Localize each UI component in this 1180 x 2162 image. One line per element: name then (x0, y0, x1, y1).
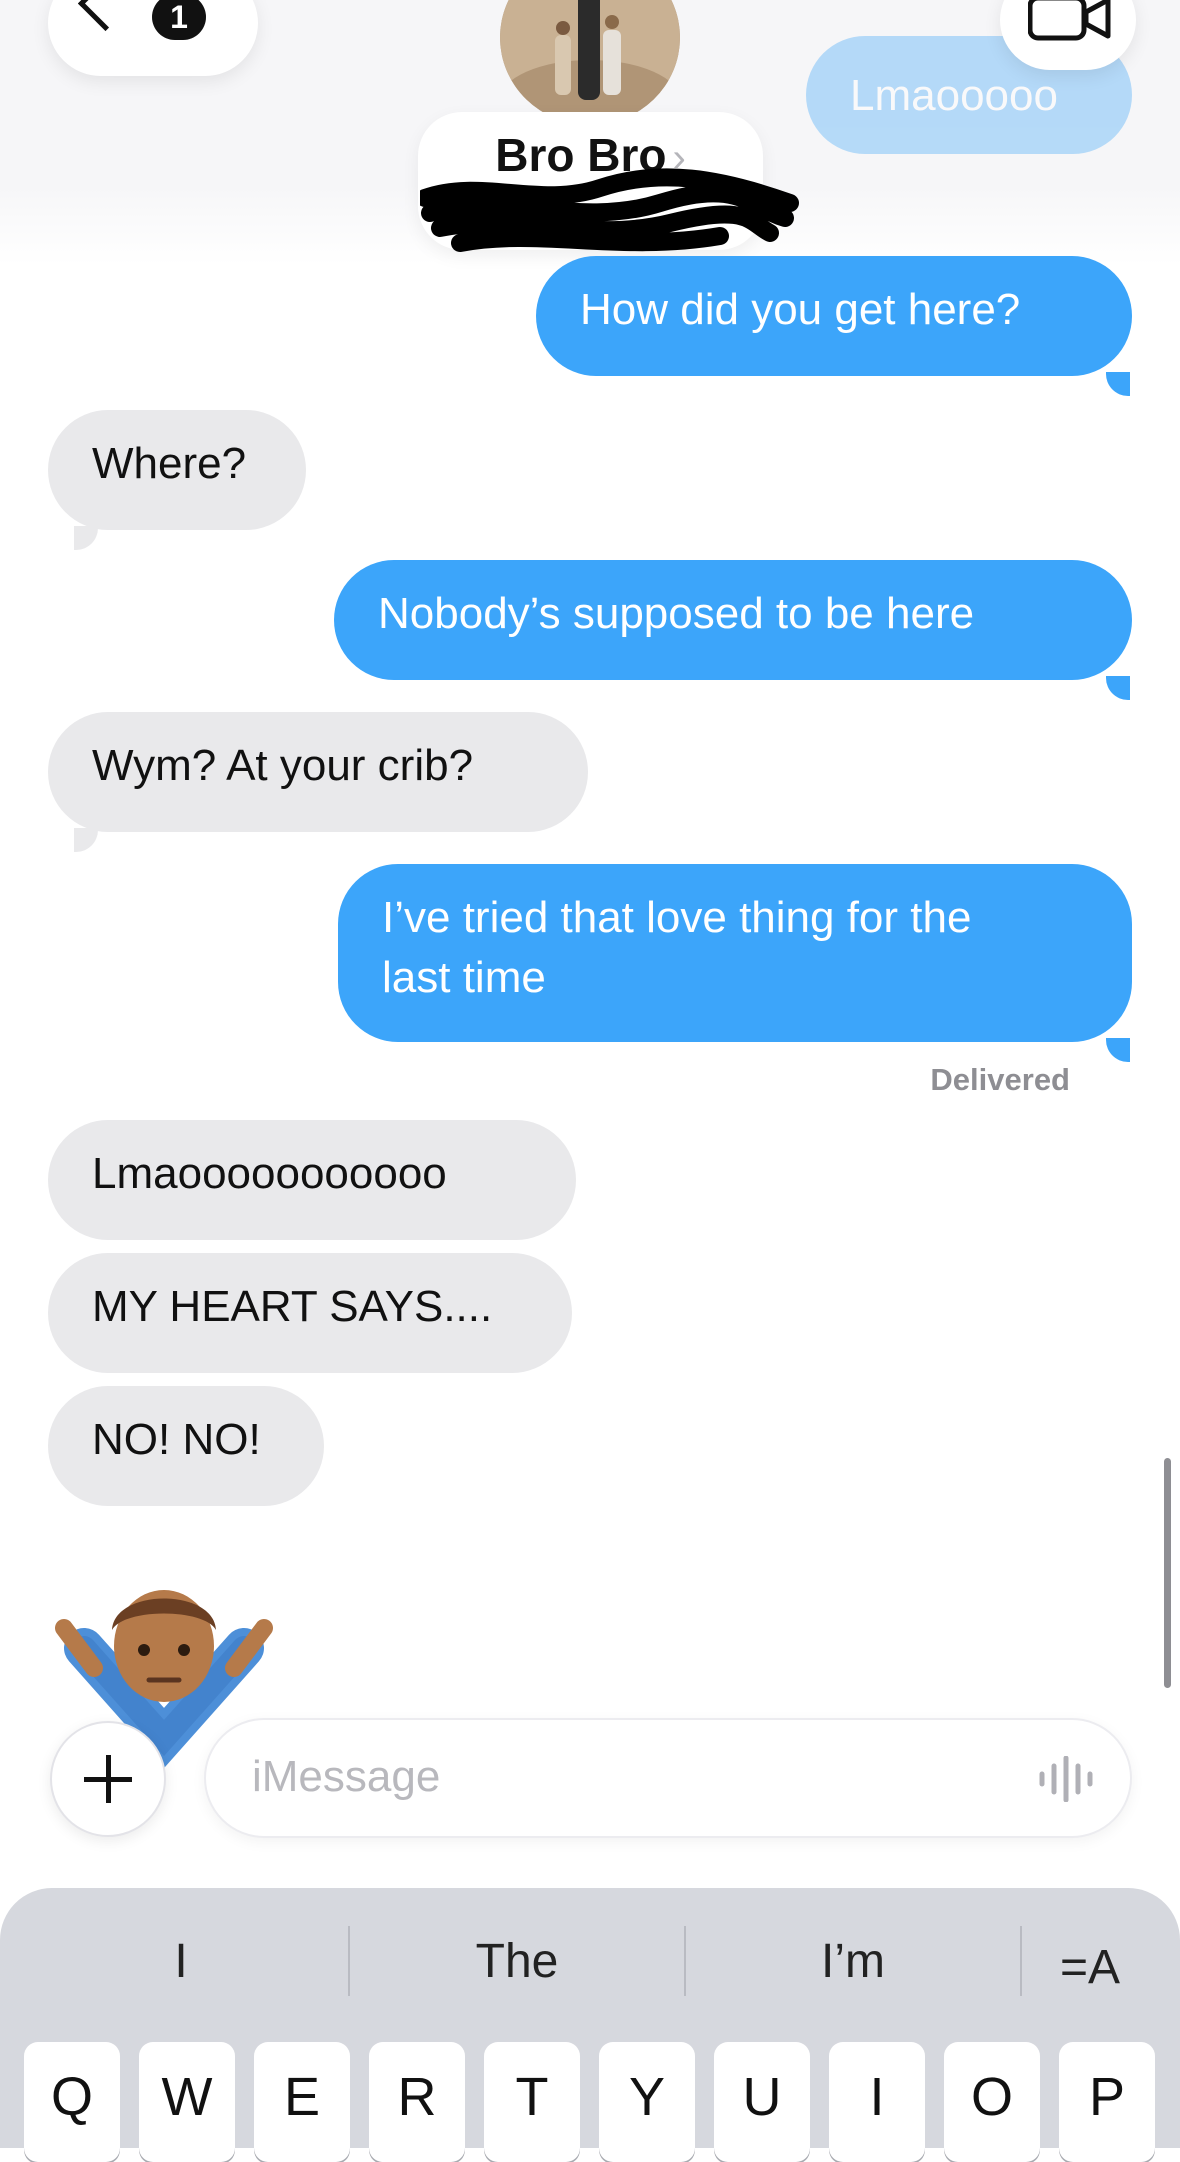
suggestion-divider (684, 1926, 686, 1996)
delivery-status: Delivered (930, 1062, 1070, 1097)
suggestion-divider (1020, 1926, 1022, 1996)
video-camera-icon (1028, 0, 1111, 41)
key-r[interactable]: R (369, 2042, 465, 2162)
message-text: Lmaooooooooooo (92, 1149, 447, 1198)
key-u[interactable]: U (714, 2042, 810, 2162)
suggestion-1[interactable]: I (16, 1934, 346, 1989)
plus-icon-vertical (106, 1755, 111, 1803)
message-bubble-sent: Nobody’s supposed to be here (334, 560, 1132, 680)
scroll-indicator[interactable] (1164, 1458, 1171, 1688)
bubble-tail (1106, 372, 1130, 396)
unread-count-badge: 1 (152, 0, 206, 40)
key-y[interactable]: Y (599, 2042, 695, 2162)
bubble-tail (74, 526, 98, 550)
key-t[interactable]: T (484, 2042, 580, 2162)
message-text-line: last time (382, 953, 546, 1002)
message-text: MY HEART SAYS.... (92, 1282, 493, 1331)
message-bubble-received: Lmaooooooooooo (48, 1120, 576, 1240)
message-bubble-sent: How did you get here? (536, 256, 1132, 376)
bubble-tail (1106, 1038, 1130, 1062)
suggestion-3[interactable]: I’m (688, 1934, 1018, 1989)
key-o[interactable]: O (944, 2042, 1040, 2162)
message-input-placeholder: iMessage (252, 1752, 441, 1801)
suggestion-divider (348, 1926, 350, 1996)
text-format-icon[interactable]: =A (1060, 1940, 1120, 1995)
key-w[interactable]: W (139, 2042, 235, 2162)
bubble-tail (1106, 676, 1130, 700)
bubble-tail (74, 828, 98, 852)
message-text: Where? (92, 439, 247, 488)
message-bubble-received: Wym? At your crib? (48, 712, 588, 832)
message-text-line: I’ve tried that love thing for the (382, 893, 972, 942)
key-p[interactable]: P (1059, 2042, 1155, 2162)
message-bubble-received: Where? (48, 410, 306, 530)
message-bubble-sent: I’ve tried that love thing for the last … (338, 864, 1132, 1042)
message-text: Lmaooooo (850, 71, 1058, 120)
message-text: Nobody’s supposed to be here (378, 589, 975, 638)
message-bubble-received: MY HEART SAYS.... (48, 1253, 572, 1373)
message-text: NO! NO! (92, 1415, 261, 1464)
redaction-scribble (420, 168, 799, 252)
message-text: How did you get here? (580, 285, 1021, 334)
key-i[interactable]: I (829, 2042, 925, 2162)
key-e[interactable]: E (254, 2042, 350, 2162)
message-text: Wym? At your crib? (92, 741, 474, 790)
key-q[interactable]: Q (24, 2042, 120, 2162)
message-bubble-received: NO! NO! (48, 1386, 324, 1506)
suggestion-2[interactable]: The (352, 1934, 682, 1989)
voice-waveform-icon[interactable] (1036, 1756, 1096, 1802)
